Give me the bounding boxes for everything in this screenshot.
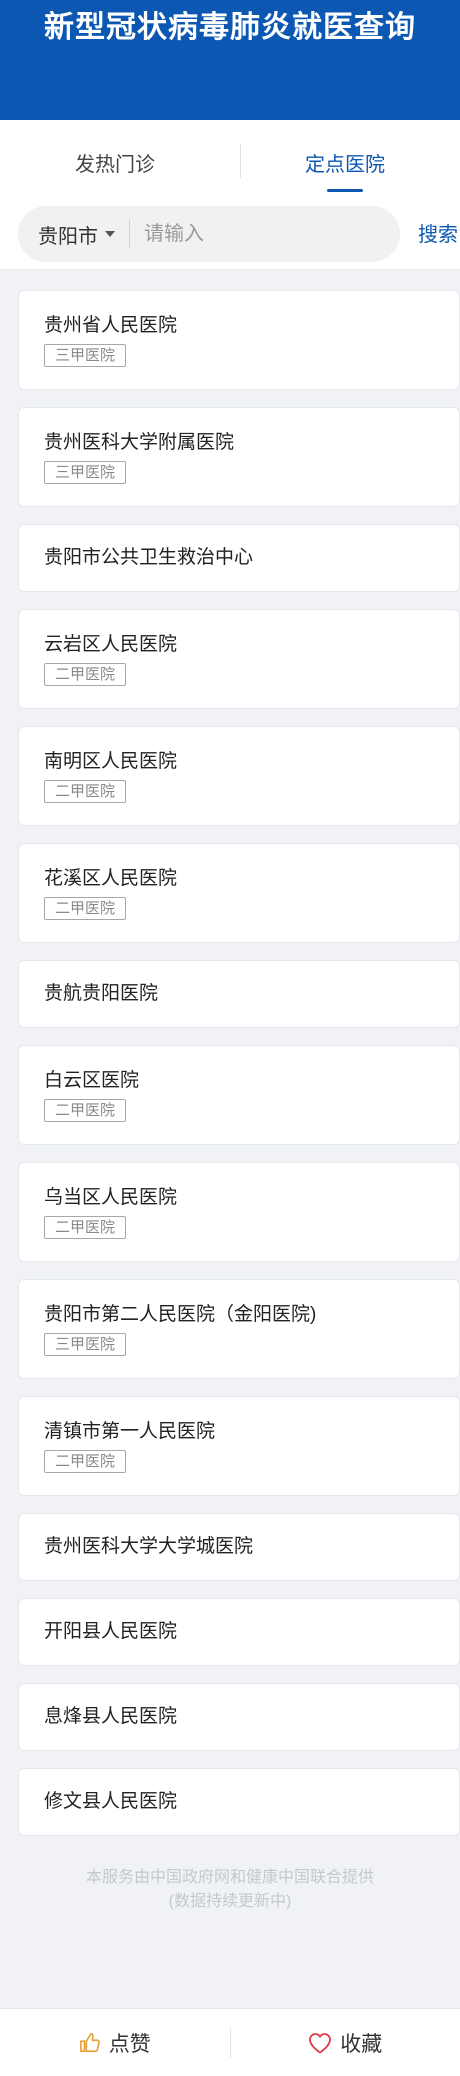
hospital-card[interactable]: 南明区人民医院 二甲医院 (18, 726, 460, 826)
hospital-card[interactable]: 花溪区人民医院 二甲医院 (18, 843, 460, 943)
hospital-name: 南明区人民医院 (44, 751, 178, 772)
hospital-name: 贵航贵阳医院 (44, 983, 159, 1004)
favorite-label: 收藏 (340, 2032, 383, 2056)
hospital-card[interactable]: 开阳县人民医院 (18, 1598, 460, 1666)
like-button[interactable]: 点赞 (0, 2028, 230, 2058)
hospital-level-badge: 二甲医院 (44, 1450, 127, 1473)
hospital-name: 清镇市第一人民医院 (44, 1421, 216, 1442)
like-label: 点赞 (108, 2032, 151, 2056)
hospital-name: 修文县人民医院 (44, 1791, 178, 1812)
favorite-button[interactable]: 收藏 (231, 2028, 460, 2058)
hospital-card[interactable]: 贵州医科大学附属医院 三甲医院 (18, 407, 460, 507)
hospital-card[interactable]: 白云区医院 二甲医院 (18, 1045, 460, 1145)
hospital-card[interactable]: 贵州医科大学大学城医院 (18, 1513, 460, 1581)
hospital-level-badge: 二甲医院 (44, 1216, 127, 1239)
hospital-name: 贵阳市公共卫生救治中心 (44, 547, 254, 568)
hospital-name: 贵州医科大学大学城医院 (44, 1536, 254, 1557)
hospital-level-badge: 二甲医院 (44, 780, 127, 803)
hospital-name: 云岩区人民医院 (44, 634, 178, 655)
hospital-list: 贵州省人民医院 三甲医院 贵州医科大学附属医院 三甲医院 贵阳市公共卫生救治中心 云岩区人… (0, 270, 460, 1836)
tab-bar: 发热门诊 定点医院 (0, 120, 460, 204)
hospital-name: 乌当区人民医院 (44, 1187, 178, 1208)
footer-note: 本服务由中国政府网和健康中国联合提供 (数据持续更新中) (0, 1866, 460, 1914)
hospital-level-badge: 二甲医院 (44, 1099, 127, 1122)
hospital-card[interactable]: 修文县人民医院 (18, 1768, 460, 1836)
hospital-level-badge: 三甲医院 (44, 461, 127, 484)
search-bar: 贵阳市 搜索 (0, 204, 460, 270)
hospital-card[interactable]: 贵州省人民医院 三甲医院 (18, 290, 460, 390)
caret-down-icon (105, 231, 115, 237)
city-dropdown[interactable]: 贵阳市 (18, 220, 130, 248)
tab-designated-hospital[interactable]: 定点医院 (230, 120, 460, 204)
hospital-name: 贵阳市第二人民医院（金阳医院) (44, 1304, 317, 1325)
hospital-name: 开阳县人民医院 (44, 1621, 178, 1642)
hospital-card[interactable]: 乌当区人民医院 二甲医院 (18, 1162, 460, 1262)
heart-icon (309, 2032, 332, 2053)
hospital-level-badge: 二甲医院 (44, 663, 127, 686)
hospital-level-badge: 三甲医院 (44, 344, 127, 367)
hospital-name: 息烽县人民医院 (44, 1706, 178, 1727)
hospital-name: 贵州省人民医院 (44, 315, 178, 336)
search-button[interactable]: 搜索 (418, 218, 458, 247)
hospital-card[interactable]: 贵航贵阳医院 (18, 960, 460, 1028)
tab-fever-clinic[interactable]: 发热门诊 (0, 120, 230, 204)
footer-line-provider: 本服务由中国政府网和健康中国联合提供 (85, 1869, 374, 1886)
hospital-name: 贵州医科大学附属医院 (44, 432, 235, 453)
search-input[interactable] (130, 221, 360, 247)
header-banner: 新型冠状病毒肺炎就医查询 (0, 0, 460, 120)
footer-line-update: (数据持续更新中) (168, 1893, 292, 1910)
hospital-card[interactable]: 云岩区人民医院 二甲医院 (18, 609, 460, 709)
thumbs-up-icon (79, 2032, 100, 2052)
hospital-card[interactable]: 贵阳市公共卫生救治中心 (18, 524, 460, 592)
page-title: 新型冠状病毒肺炎就医查询 (44, 11, 416, 44)
search-box: 贵阳市 (18, 206, 400, 262)
hospital-level-badge: 二甲医院 (44, 897, 127, 920)
hospital-level-badge: 三甲医院 (44, 1333, 127, 1356)
hospital-card[interactable]: 贵阳市第二人民医院（金阳医院) 三甲医院 (18, 1279, 460, 1379)
bottom-action-bar: 点赞 收藏 (0, 2008, 460, 2076)
hospital-name: 白云区医院 (44, 1070, 140, 1091)
hospital-card[interactable]: 息烽县人民医院 (18, 1683, 460, 1751)
hospital-card[interactable]: 清镇市第一人民医院 二甲医院 (18, 1396, 460, 1496)
city-label: 贵阳市 (38, 225, 98, 248)
hospital-name: 花溪区人民医院 (44, 868, 178, 889)
